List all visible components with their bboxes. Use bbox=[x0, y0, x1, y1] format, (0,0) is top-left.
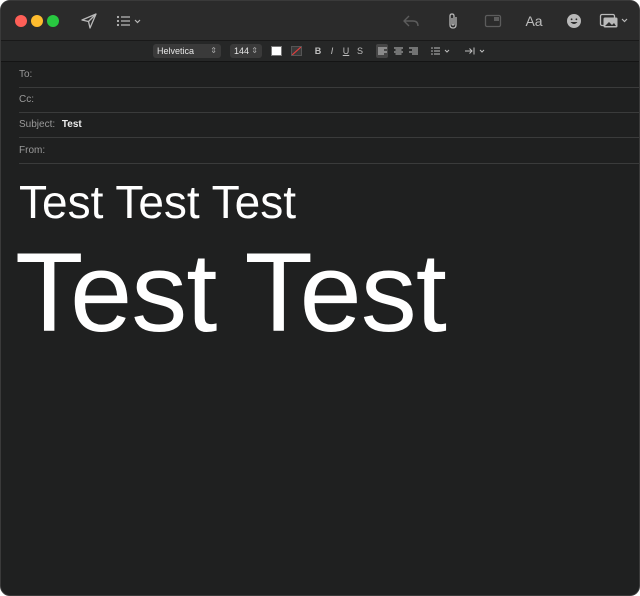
font-family-value: Helvetica bbox=[157, 46, 195, 56]
align-left-button[interactable] bbox=[376, 44, 388, 58]
reply-icon[interactable] bbox=[401, 11, 421, 31]
body-line-2[interactable]: Test Test bbox=[15, 237, 447, 349]
to-field[interactable]: To: bbox=[19, 62, 639, 88]
close-button[interactable] bbox=[15, 15, 27, 27]
text-color-swatch[interactable] bbox=[271, 46, 282, 56]
maximize-button[interactable] bbox=[47, 15, 59, 27]
strikethrough-button[interactable]: S bbox=[355, 44, 365, 58]
subject-label: Subject: bbox=[19, 119, 56, 130]
cc-label: Cc: bbox=[19, 94, 34, 105]
emoji-icon[interactable] bbox=[564, 11, 584, 31]
list-style-button[interactable] bbox=[431, 44, 453, 58]
italic-button[interactable]: I bbox=[327, 44, 337, 58]
format-icon[interactable]: Aa bbox=[523, 11, 545, 31]
from-field[interactable]: From: bbox=[19, 138, 639, 164]
from-label: From: bbox=[19, 145, 46, 156]
up-down-arrows-icon: ⇕ bbox=[210, 46, 217, 55]
to-label: To: bbox=[19, 69, 33, 80]
font-size-value: 144 bbox=[234, 46, 250, 56]
toolbar: Aa bbox=[1, 1, 639, 41]
header-fields-icon[interactable] bbox=[115, 11, 143, 31]
underline-button[interactable]: U bbox=[341, 44, 351, 58]
align-right-button[interactable] bbox=[407, 44, 419, 58]
attachment-icon[interactable] bbox=[443, 11, 463, 31]
background-color-swatch[interactable] bbox=[291, 46, 302, 56]
font-size-select[interactable]: 144 ⇕ bbox=[230, 44, 262, 58]
up-down-arrows-icon: ⇕ bbox=[251, 46, 258, 55]
send-icon[interactable] bbox=[79, 11, 99, 31]
markup-icon[interactable] bbox=[483, 11, 503, 31]
cc-field[interactable]: Cc: bbox=[19, 87, 639, 113]
body-line-1[interactable]: Test Test Test bbox=[19, 179, 296, 225]
align-center-button[interactable] bbox=[392, 44, 404, 58]
subject-value[interactable]: Test bbox=[62, 119, 82, 130]
subject-field[interactable]: Subject: Test bbox=[19, 112, 639, 138]
format-bar: Helvetica ⇕ 144 ⇕ B I U S bbox=[1, 41, 639, 62]
compose-window: Aa Helvetica ⇕ 144 ⇕ B I U S To: Cc: Sub… bbox=[0, 0, 640, 596]
font-family-select[interactable]: Helvetica ⇕ bbox=[153, 44, 221, 58]
bold-button[interactable]: B bbox=[313, 44, 323, 58]
indent-button[interactable] bbox=[465, 44, 489, 58]
minimize-button[interactable] bbox=[31, 15, 43, 27]
photo-browser-icon[interactable] bbox=[599, 11, 631, 31]
